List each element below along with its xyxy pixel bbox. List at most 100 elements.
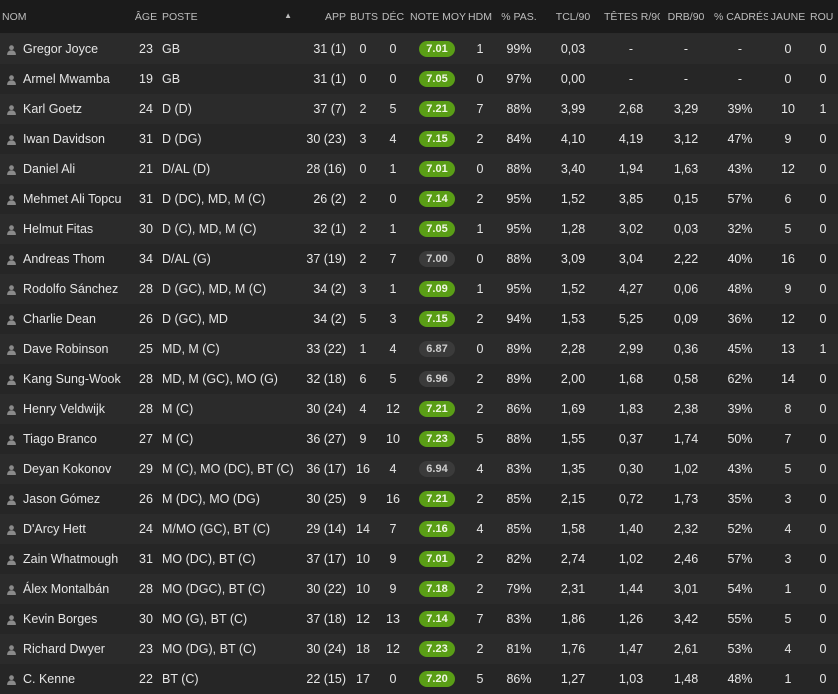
player-name-cell[interactable]: Iwan Davidson <box>0 124 132 154</box>
table-row[interactable]: Iwan Davidson 31 D (DG) 30 (23) 3 4 7.15… <box>0 123 838 154</box>
player-name[interactable]: Richard Dwyer <box>23 642 105 656</box>
player-name[interactable]: Charlie Dean <box>23 312 96 326</box>
player-name[interactable]: Helmut Fitas <box>23 222 93 236</box>
player-name[interactable]: Deyan Kokonov <box>23 462 111 476</box>
col-header-shots-pct[interactable]: % CADRÉS <box>712 0 768 34</box>
player-name-cell[interactable]: Gregor Joyce <box>0 34 132 64</box>
player-name-cell[interactable]: Andreas Thom <box>0 244 132 274</box>
col-header-position[interactable]: POSTE ▲ <box>160 0 300 34</box>
table-row[interactable]: Andreas Thom 34 D/AL (G) 37 (19) 2 7 7.0… <box>0 243 838 274</box>
player-name-cell[interactable]: Álex Montalbán <box>0 574 132 604</box>
player-name[interactable]: Iwan Davidson <box>23 132 105 146</box>
table-row[interactable]: Zain Whatmough 31 MO (DC), BT (C) 37 (17… <box>0 543 838 574</box>
col-header-headers90[interactable]: TÊTES R/90 <box>602 0 660 34</box>
player-name-cell[interactable]: Armel Mwamba <box>0 64 132 94</box>
player-name-cell[interactable]: Tiago Branco <box>0 424 132 454</box>
table-row[interactable]: Mehmet Ali Topcu 31 D (DC), MD, M (C) 26… <box>0 183 838 214</box>
player-motm: 7 <box>476 101 484 116</box>
player-name-cell[interactable]: Deyan Kokonov <box>0 454 132 484</box>
player-name-cell[interactable]: C. Kenne <box>0 664 132 694</box>
player-name-cell[interactable]: Rodolfo Sánchez <box>0 274 132 304</box>
table-row[interactable]: Richard Dwyer 23 MO (DG), BT (C) 30 (24)… <box>0 633 838 664</box>
player-shots-pct: 57% <box>727 551 753 566</box>
player-name[interactable]: Andreas Thom <box>23 252 105 266</box>
player-name-cell[interactable]: Jason Gómez <box>0 484 132 514</box>
player-name[interactable]: Mehmet Ali Topcu <box>23 192 121 206</box>
col-header-dribbles90[interactable]: DRB/90 <box>660 0 712 34</box>
player-name[interactable]: Daniel Ali <box>23 162 75 176</box>
player-pass-pct: 89% <box>506 371 532 386</box>
player-name[interactable]: Dave Robinson <box>23 342 108 356</box>
player-name-cell[interactable]: Zain Whatmough <box>0 544 132 574</box>
table-row[interactable]: Tiago Branco 27 M (C) 36 (27) 9 10 7.23 … <box>0 423 838 454</box>
player-name-cell[interactable]: Kang Sung-Wook <box>0 364 132 394</box>
table-row[interactable]: Rodolfo Sánchez 28 D (GC), MD, M (C) 34 … <box>0 273 838 304</box>
col-header-age[interactable]: ÂGE <box>132 0 160 34</box>
player-position: M (C) <box>162 401 194 416</box>
table-row[interactable]: Charlie Dean 26 D (GC), MD 34 (2) 5 3 7.… <box>0 303 838 334</box>
player-name[interactable]: Álex Montalbán <box>23 582 109 596</box>
table-row[interactable]: Álex Montalbán 28 MO (DGC), BT (C) 30 (2… <box>0 573 838 604</box>
col-header-assists[interactable]: DÉC <box>378 0 408 34</box>
col-header-name[interactable]: NOM <box>0 0 132 34</box>
player-apps: 28 (16) <box>306 161 346 176</box>
col-header-motm[interactable]: HDM <box>466 0 494 34</box>
player-name[interactable]: C. Kenne <box>23 672 75 686</box>
player-name-cell[interactable]: Richard Dwyer <box>0 634 132 664</box>
player-assists: 1 <box>389 221 397 236</box>
player-position: MO (G), BT (C) <box>162 611 248 626</box>
player-name[interactable]: Kang Sung-Wook <box>23 372 121 386</box>
player-name-cell[interactable]: Daniel Ali <box>0 154 132 184</box>
player-headers90: 3,85 <box>618 191 644 206</box>
player-name-cell[interactable]: D'Arcy Hett <box>0 514 132 544</box>
player-name[interactable]: D'Arcy Hett <box>23 522 86 536</box>
player-name[interactable]: Karl Goetz <box>23 102 82 116</box>
person-icon <box>7 344 16 355</box>
player-assists: 5 <box>389 101 397 116</box>
table-row[interactable]: Helmut Fitas 30 D (C), MD, M (C) 32 (1) … <box>0 213 838 244</box>
table-row[interactable]: Karl Goetz 24 D (D) 37 (7) 2 5 7.21 7 88… <box>0 93 838 124</box>
player-name-cell[interactable]: Karl Goetz <box>0 94 132 124</box>
player-name-cell[interactable]: Henry Veldwijk <box>0 394 132 424</box>
player-name-cell[interactable]: Helmut Fitas <box>0 214 132 244</box>
col-header-pass-pct[interactable]: % PAS. <box>494 0 544 34</box>
table-row[interactable]: Henry Veldwijk 28 M (C) 30 (24) 4 12 7.2… <box>0 393 838 424</box>
player-headers90: 1,47 <box>618 641 644 656</box>
player-name-cell[interactable]: Kevin Borges <box>0 604 132 634</box>
player-name[interactable]: Rodolfo Sánchez <box>23 282 118 296</box>
player-name[interactable]: Gregor Joyce <box>23 42 98 56</box>
col-header-goals[interactable]: BUTS <box>348 0 378 34</box>
table-row[interactable]: Dave Robinson 25 MD, M (C) 33 (22) 1 4 6… <box>0 333 838 364</box>
player-name[interactable]: Armel Mwamba <box>23 72 110 86</box>
player-age: 26 <box>139 311 153 326</box>
table-row[interactable]: C. Kenne 22 BT (C) 22 (15) 17 0 7.20 5 8… <box>0 663 838 694</box>
player-age: 28 <box>139 581 153 596</box>
player-name-cell[interactable]: Mehmet Ali Topcu <box>0 184 132 214</box>
player-assists: 12 <box>386 401 400 416</box>
table-row[interactable]: Kang Sung-Wook 28 MD, M (GC), MO (G) 32 … <box>0 363 838 394</box>
table-row[interactable]: Daniel Ali 21 D/AL (D) 28 (16) 0 1 7.01 … <box>0 153 838 184</box>
table-row[interactable]: Gregor Joyce 23 GB 31 (1) 0 0 7.01 1 99%… <box>0 33 838 64</box>
table-row[interactable]: Deyan Kokonov 29 M (C), MO (DC), BT (C) … <box>0 453 838 484</box>
player-name-cell[interactable]: Charlie Dean <box>0 304 132 334</box>
player-rating-cell: 7.15 <box>408 304 466 334</box>
table-row[interactable]: Jason Gómez 26 M (DC), MO (DG) 30 (25) 9… <box>0 483 838 514</box>
player-yellow: 1 <box>784 671 792 686</box>
table-row[interactable]: Armel Mwamba 19 GB 31 (1) 0 0 7.05 0 97%… <box>0 63 838 94</box>
table-row[interactable]: D'Arcy Hett 24 M/MO (GC), BT (C) 29 (14)… <box>0 513 838 544</box>
player-name[interactable]: Kevin Borges <box>23 612 97 626</box>
player-shots-pct: 54% <box>727 581 753 596</box>
col-header-apps[interactable]: APP <box>300 0 348 34</box>
player-name[interactable]: Henry Veldwijk <box>23 402 105 416</box>
col-header-rating[interactable]: NOTE MOY <box>408 0 466 34</box>
col-header-red[interactable]: ROU <box>808 0 838 34</box>
table-row[interactable]: Kevin Borges 30 MO (G), BT (C) 37 (18) 1… <box>0 603 838 634</box>
player-name[interactable]: Zain Whatmough <box>23 552 118 566</box>
col-header-tackles90[interactable]: TCL/90 <box>544 0 602 34</box>
player-goals: 18 <box>356 641 370 656</box>
player-age: 23 <box>139 641 153 656</box>
col-header-yellow[interactable]: JAUNE <box>768 0 808 34</box>
player-name-cell[interactable]: Dave Robinson <box>0 334 132 364</box>
player-name[interactable]: Tiago Branco <box>23 432 97 446</box>
player-name[interactable]: Jason Gómez <box>23 492 100 506</box>
